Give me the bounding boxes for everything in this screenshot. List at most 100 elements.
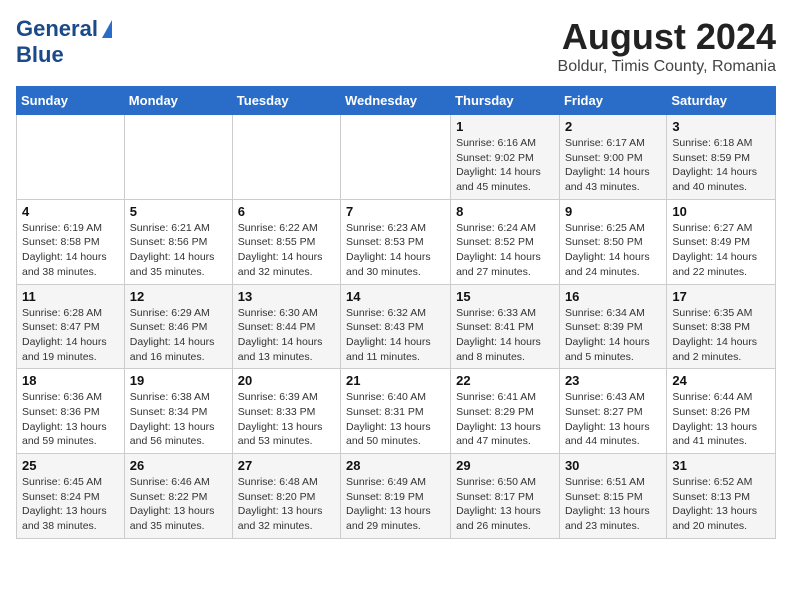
day-detail: Sunrise: 6:39 AM Sunset: 8:33 PM Dayligh… <box>238 390 335 449</box>
day-detail: Sunrise: 6:41 AM Sunset: 8:29 PM Dayligh… <box>456 390 554 449</box>
calendar-week-row: 25 Sunrise: 6:45 AM Sunset: 8:24 PM Dayli… <box>17 454 776 539</box>
day-number: 16 <box>565 289 661 304</box>
weekday-header-tuesday: Tuesday <box>232 87 340 115</box>
day-detail: Sunrise: 6:30 AM Sunset: 8:44 PM Dayligh… <box>238 306 335 365</box>
day-detail: Sunrise: 6:33 AM Sunset: 8:41 PM Dayligh… <box>456 306 554 365</box>
calendar-cell: 3Sunrise: 6:18 AM Sunset: 8:59 PM Daylig… <box>667 115 776 200</box>
day-detail: Sunrise: 6:32 AM Sunset: 8:43 PM Dayligh… <box>346 306 445 365</box>
calendar-cell: 6 Sunrise: 6:22 AM Sunset: 8:55 PM Daylig… <box>232 199 340 284</box>
day-number: 8 <box>456 204 554 219</box>
calendar-cell: 19 Sunrise: 6:38 AM Sunset: 8:34 PM Dayli… <box>124 369 232 454</box>
calendar-week-row: 11 Sunrise: 6:28 AM Sunset: 8:47 PM Dayli… <box>17 284 776 369</box>
calendar-cell: 4 Sunrise: 6:19 AM Sunset: 8:58 PM Daylig… <box>17 199 125 284</box>
calendar-week-row: 4 Sunrise: 6:19 AM Sunset: 8:58 PM Daylig… <box>17 199 776 284</box>
day-detail: Sunrise: 6:28 AM Sunset: 8:47 PM Dayligh… <box>22 306 119 365</box>
day-detail: Sunrise: 6:17 AM Sunset: 9:00 PM Dayligh… <box>565 136 661 195</box>
day-number: 20 <box>238 373 335 388</box>
day-detail: Sunrise: 6:45 AM Sunset: 8:24 PM Dayligh… <box>22 475 119 534</box>
day-number: 17 <box>672 289 770 304</box>
calendar-cell: 21Sunrise: 6:40 AM Sunset: 8:31 PM Dayli… <box>341 369 451 454</box>
calendar-cell <box>17 115 125 200</box>
day-number: 3 <box>672 119 770 134</box>
day-number: 24 <box>672 373 770 388</box>
day-number: 7 <box>346 204 445 219</box>
logo-text-general: General <box>16 16 98 42</box>
calendar-cell: 14 Sunrise: 6:32 AM Sunset: 8:43 PM Dayli… <box>341 284 451 369</box>
calendar-table: SundayMondayTuesdayWednesdayThursdayFrid… <box>16 86 776 539</box>
day-detail: Sunrise: 6:48 AM Sunset: 8:20 PM Dayligh… <box>238 475 335 534</box>
calendar-cell: 25 Sunrise: 6:45 AM Sunset: 8:24 PM Dayli… <box>17 454 125 539</box>
calendar-cell: 5 Sunrise: 6:21 AM Sunset: 8:56 PM Daylig… <box>124 199 232 284</box>
weekday-header-wednesday: Wednesday <box>341 87 451 115</box>
day-number: 12 <box>130 289 227 304</box>
day-number: 9 <box>565 204 661 219</box>
calendar-cell: 20 Sunrise: 6:39 AM Sunset: 8:33 PM Dayli… <box>232 369 340 454</box>
day-detail: Sunrise: 6:29 AM Sunset: 8:46 PM Dayligh… <box>130 306 227 365</box>
day-detail: Sunrise: 6:44 AM Sunset: 8:26 PM Dayligh… <box>672 390 770 449</box>
calendar-cell: 16 Sunrise: 6:34 AM Sunset: 8:39 PM Dayli… <box>559 284 666 369</box>
calendar-cell: 17 Sunrise: 6:35 AM Sunset: 8:38 PM Dayli… <box>667 284 776 369</box>
day-detail: Sunrise: 6:19 AM Sunset: 8:58 PM Dayligh… <box>22 221 119 280</box>
day-number: 4 <box>22 204 119 219</box>
day-number: 6 <box>238 204 335 219</box>
calendar-cell: 24 Sunrise: 6:44 AM Sunset: 8:26 PM Dayli… <box>667 369 776 454</box>
day-detail: Sunrise: 6:21 AM Sunset: 8:56 PM Dayligh… <box>130 221 227 280</box>
day-number: 30 <box>565 458 661 473</box>
day-number: 5 <box>130 204 227 219</box>
calendar-cell: 26Sunrise: 6:46 AM Sunset: 8:22 PM Dayli… <box>124 454 232 539</box>
calendar-cell: 31Sunrise: 6:52 AM Sunset: 8:13 PM Dayli… <box>667 454 776 539</box>
day-number: 18 <box>22 373 119 388</box>
day-number: 28 <box>346 458 445 473</box>
day-number: 25 <box>22 458 119 473</box>
calendar-cell <box>124 115 232 200</box>
calendar-cell: 13 Sunrise: 6:30 AM Sunset: 8:44 PM Dayli… <box>232 284 340 369</box>
day-detail: Sunrise: 6:49 AM Sunset: 8:19 PM Dayligh… <box>346 475 445 534</box>
day-number: 19 <box>130 373 227 388</box>
day-detail: Sunrise: 6:46 AM Sunset: 8:22 PM Dayligh… <box>130 475 227 534</box>
weekday-header-sunday: Sunday <box>17 87 125 115</box>
calendar-cell: 11 Sunrise: 6:28 AM Sunset: 8:47 PM Dayli… <box>17 284 125 369</box>
logo-icon <box>102 20 112 38</box>
title-area: August 2024 Boldur, Timis County, Romani… <box>558 16 776 76</box>
month-title: August 2024 <box>558 16 776 58</box>
calendar-cell: 9Sunrise: 6:25 AM Sunset: 8:50 PM Daylig… <box>559 199 666 284</box>
weekday-header-friday: Friday <box>559 87 666 115</box>
calendar-cell: 30 Sunrise: 6:51 AM Sunset: 8:15 PM Dayli… <box>559 454 666 539</box>
day-detail: Sunrise: 6:43 AM Sunset: 8:27 PM Dayligh… <box>565 390 661 449</box>
day-number: 13 <box>238 289 335 304</box>
day-number: 29 <box>456 458 554 473</box>
logo: General Blue <box>16 16 112 68</box>
logo-text-blue: Blue <box>16 42 64 68</box>
day-number: 11 <box>22 289 119 304</box>
calendar-cell: 15Sunrise: 6:33 AM Sunset: 8:41 PM Dayli… <box>451 284 560 369</box>
day-number: 1 <box>456 119 554 134</box>
calendar-cell: 28 Sunrise: 6:49 AM Sunset: 8:19 PM Dayli… <box>341 454 451 539</box>
day-detail: Sunrise: 6:23 AM Sunset: 8:53 PM Dayligh… <box>346 221 445 280</box>
calendar-week-row: 18 Sunrise: 6:36 AM Sunset: 8:36 PM Dayli… <box>17 369 776 454</box>
day-detail: Sunrise: 6:51 AM Sunset: 8:15 PM Dayligh… <box>565 475 661 534</box>
day-detail: Sunrise: 6:34 AM Sunset: 8:39 PM Dayligh… <box>565 306 661 365</box>
day-number: 14 <box>346 289 445 304</box>
weekday-header-monday: Monday <box>124 87 232 115</box>
day-detail: Sunrise: 6:50 AM Sunset: 8:17 PM Dayligh… <box>456 475 554 534</box>
calendar-cell: 23 Sunrise: 6:43 AM Sunset: 8:27 PM Dayli… <box>559 369 666 454</box>
day-detail: Sunrise: 6:16 AM Sunset: 9:02 PM Dayligh… <box>456 136 554 195</box>
day-detail: Sunrise: 6:22 AM Sunset: 8:55 PM Dayligh… <box>238 221 335 280</box>
calendar-cell: 22Sunrise: 6:41 AM Sunset: 8:29 PM Dayli… <box>451 369 560 454</box>
day-number: 23 <box>565 373 661 388</box>
calendar-cell: 27Sunrise: 6:48 AM Sunset: 8:20 PM Dayli… <box>232 454 340 539</box>
calendar-week-row: 1 Sunrise: 6:16 AM Sunset: 9:02 PM Daylig… <box>17 115 776 200</box>
day-detail: Sunrise: 6:24 AM Sunset: 8:52 PM Dayligh… <box>456 221 554 280</box>
day-detail: Sunrise: 6:38 AM Sunset: 8:34 PM Dayligh… <box>130 390 227 449</box>
day-number: 2 <box>565 119 661 134</box>
calendar-cell: 8 Sunrise: 6:24 AM Sunset: 8:52 PM Daylig… <box>451 199 560 284</box>
page-header: General Blue August 2024 Boldur, Timis C… <box>16 16 776 76</box>
day-detail: Sunrise: 6:36 AM Sunset: 8:36 PM Dayligh… <box>22 390 119 449</box>
calendar-cell: 2 Sunrise: 6:17 AM Sunset: 9:00 PM Daylig… <box>559 115 666 200</box>
day-number: 10 <box>672 204 770 219</box>
day-detail: Sunrise: 6:35 AM Sunset: 8:38 PM Dayligh… <box>672 306 770 365</box>
weekday-header-thursday: Thursday <box>451 87 560 115</box>
calendar-cell: 1 Sunrise: 6:16 AM Sunset: 9:02 PM Daylig… <box>451 115 560 200</box>
location-title: Boldur, Timis County, Romania <box>558 58 776 76</box>
day-number: 21 <box>346 373 445 388</box>
